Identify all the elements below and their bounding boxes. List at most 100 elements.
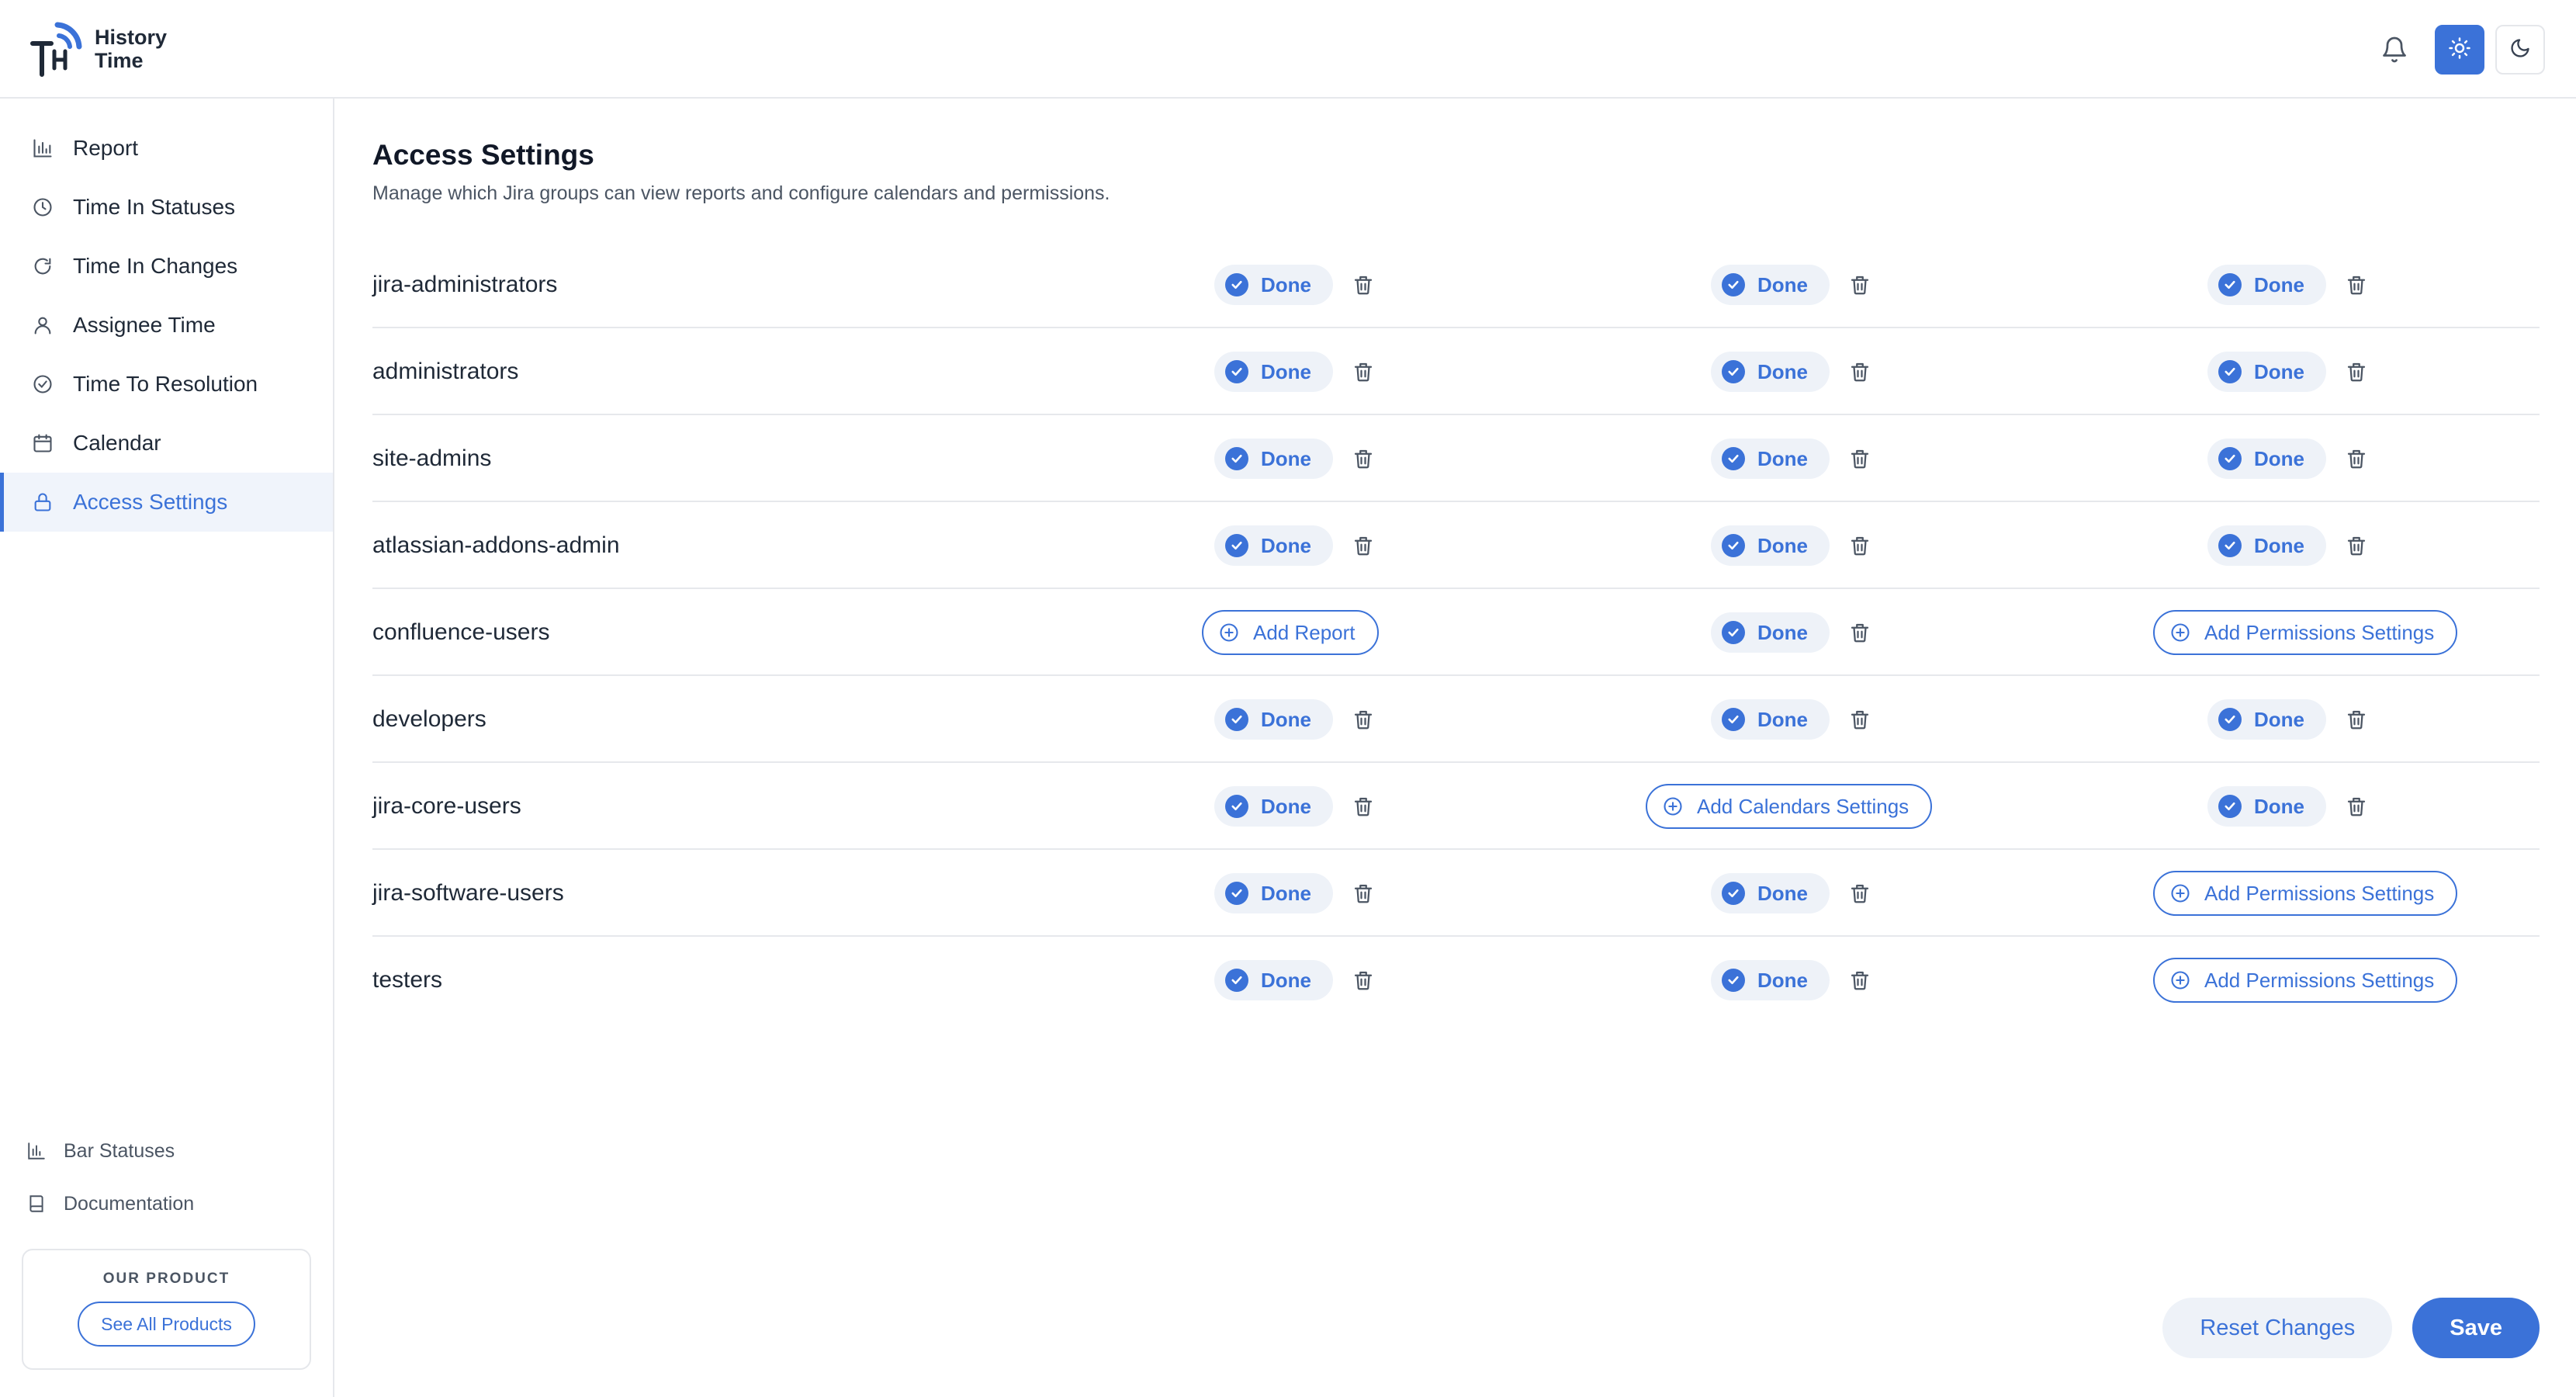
trash-icon[interactable] bbox=[1847, 880, 1873, 906]
bar-statuses-label: Bar Statuses bbox=[64, 1139, 175, 1162]
check-icon bbox=[2218, 273, 2242, 296]
sidebar-item-label: Time To Resolution bbox=[73, 372, 258, 396]
calendars-cell: Done bbox=[1711, 415, 1873, 502]
permissions-cell: Done bbox=[2207, 676, 2370, 763]
sidebar-item-assignee-time[interactable]: Assignee Time bbox=[0, 296, 333, 355]
add-report-button[interactable]: Add Report bbox=[1202, 610, 1379, 655]
sidebar-item-time-in-statuses[interactable]: Time In Statuses bbox=[0, 178, 333, 237]
trash-icon[interactable] bbox=[2343, 706, 2370, 733]
sidebar-item-label: Report bbox=[73, 136, 139, 160]
our-product-label: OUR PRODUCT bbox=[102, 1270, 230, 1287]
sidebar-item-label: Time In Changes bbox=[73, 254, 238, 278]
done-badge: Done bbox=[1711, 265, 1830, 305]
access-table: jira-administrators Done Done Done administr… bbox=[372, 241, 2540, 1024]
done-label: Done bbox=[1261, 446, 1311, 470]
trash-icon[interactable] bbox=[1847, 619, 1873, 646]
user-icon bbox=[29, 312, 56, 338]
done-label: Done bbox=[2254, 533, 2304, 557]
calendars-cell: Done bbox=[1711, 241, 1873, 328]
add-permissions-settings-button[interactable]: Add Permissions Settings bbox=[2153, 610, 2458, 655]
check-icon bbox=[1722, 969, 1745, 992]
bar-statuses-link[interactable]: Bar Statuses bbox=[25, 1134, 175, 1168]
trash-icon[interactable] bbox=[1350, 793, 1376, 820]
dark-theme-button[interactable] bbox=[2495, 25, 2545, 75]
bell-icon[interactable] bbox=[2379, 34, 2410, 65]
trash-icon[interactable] bbox=[2343, 272, 2370, 298]
trash-icon[interactable] bbox=[1350, 880, 1376, 906]
group-name: site-admins bbox=[372, 445, 492, 471]
group-name: developers bbox=[372, 706, 486, 732]
group-name: atlassian-addons-admin bbox=[372, 532, 620, 558]
sidebar-item-access-settings[interactable]: Access Settings bbox=[0, 473, 333, 532]
trash-icon[interactable] bbox=[2343, 532, 2370, 559]
calendars-cell: Done bbox=[1711, 328, 1873, 415]
trash-icon[interactable] bbox=[1847, 706, 1873, 733]
plus-circle-icon bbox=[1217, 621, 1241, 644]
see-all-products-button[interactable]: See All Products bbox=[78, 1302, 255, 1347]
trash-icon[interactable] bbox=[2343, 793, 2370, 820]
done-label: Done bbox=[2254, 707, 2304, 731]
bar-chart-icon bbox=[25, 1139, 48, 1163]
add-permissions-settings-button[interactable]: Add Permissions Settings bbox=[2153, 871, 2458, 916]
check-icon bbox=[2218, 447, 2242, 470]
reset-changes-button[interactable]: Reset Changes bbox=[2162, 1298, 2393, 1358]
footer-actions: Reset Changes Save bbox=[2162, 1298, 2540, 1358]
trash-icon[interactable] bbox=[1350, 532, 1376, 559]
sidebar-item-time-to-resolution[interactable]: Time To Resolution bbox=[0, 355, 333, 414]
done-label: Done bbox=[1261, 359, 1311, 383]
check-icon bbox=[1722, 882, 1745, 905]
done-label: Done bbox=[1757, 446, 1808, 470]
permissions-cell: Done bbox=[2207, 415, 2370, 502]
bar-chart-icon bbox=[29, 135, 56, 161]
sidebar-item-label: Assignee Time bbox=[73, 313, 216, 337]
check-icon bbox=[1225, 447, 1248, 470]
trash-icon[interactable] bbox=[1350, 445, 1376, 472]
done-label: Done bbox=[1261, 533, 1311, 557]
done-badge: Done bbox=[2207, 439, 2326, 479]
trash-icon[interactable] bbox=[1847, 359, 1873, 385]
save-button[interactable]: Save bbox=[2412, 1298, 2540, 1358]
trash-icon[interactable] bbox=[1350, 359, 1376, 385]
done-badge: Done bbox=[1711, 873, 1830, 913]
add-calendars-settings-button[interactable]: Add Calendars Settings bbox=[1646, 784, 1933, 829]
done-badge: Done bbox=[1214, 873, 1333, 913]
done-badge: Done bbox=[2207, 265, 2326, 305]
trash-icon[interactable] bbox=[1350, 967, 1376, 993]
app-title-line-2: Time bbox=[95, 49, 144, 72]
check-icon bbox=[1722, 708, 1745, 731]
trash-icon[interactable] bbox=[2343, 359, 2370, 385]
documentation-link[interactable]: Documentation bbox=[25, 1187, 194, 1221]
refresh-icon bbox=[29, 253, 56, 279]
table-row: testers Done Done Add Permissions Settings bbox=[372, 937, 2540, 1024]
group-name: confluence-users bbox=[372, 619, 550, 645]
report-cell: Done bbox=[1214, 415, 1376, 502]
trash-icon[interactable] bbox=[1847, 532, 1873, 559]
trash-icon[interactable] bbox=[1847, 272, 1873, 298]
sidebar-item-calendar[interactable]: Calendar bbox=[0, 414, 333, 473]
sidebar-item-label: Access Settings bbox=[73, 490, 228, 514]
calendar-icon bbox=[29, 430, 56, 456]
done-badge: Done bbox=[1711, 960, 1830, 1000]
done-badge: Done bbox=[1214, 699, 1333, 740]
trash-icon[interactable] bbox=[2343, 445, 2370, 472]
trash-icon[interactable] bbox=[1350, 706, 1376, 733]
trash-icon[interactable] bbox=[1847, 445, 1873, 472]
done-label: Done bbox=[1261, 707, 1311, 731]
done-label: Done bbox=[1757, 359, 1808, 383]
table-row: administrators Done Done Done bbox=[372, 328, 2540, 415]
light-theme-button[interactable] bbox=[2435, 25, 2484, 75]
table-row: developers Done Done Done bbox=[372, 676, 2540, 763]
done-badge: Done bbox=[2207, 786, 2326, 827]
app-logo[interactable]: History Time bbox=[28, 20, 188, 78]
top-bar: History Time bbox=[0, 0, 2576, 99]
permissions-cell: Done bbox=[2207, 763, 2370, 850]
trash-icon[interactable] bbox=[1350, 272, 1376, 298]
plus-circle-icon bbox=[1661, 795, 1684, 818]
trash-icon[interactable] bbox=[1847, 967, 1873, 993]
add-permissions-settings-button[interactable]: Add Permissions Settings bbox=[2153, 958, 2458, 1003]
sidebar-item-time-in-changes[interactable]: Time In Changes bbox=[0, 237, 333, 296]
permissions-cell: Done bbox=[2207, 328, 2370, 415]
sidebar-item-report[interactable]: Report bbox=[0, 119, 333, 178]
check-circle-icon bbox=[29, 371, 56, 397]
done-badge: Done bbox=[2207, 525, 2326, 566]
